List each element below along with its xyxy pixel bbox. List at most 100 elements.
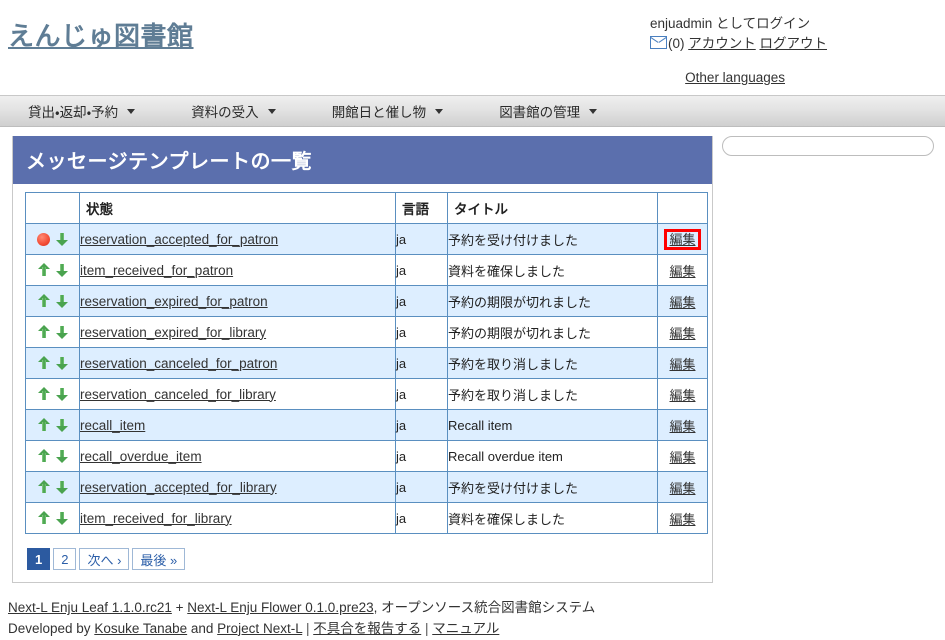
arrow-up-icon[interactable] (37, 324, 50, 340)
state-link[interactable]: reservation_canceled_for_library (80, 387, 276, 402)
other-languages-container: Other languages (685, 70, 785, 85)
cell-title: Recall overdue item (447, 440, 658, 472)
edit-link[interactable]: 編集 (669, 264, 695, 279)
search-input[interactable] (722, 136, 934, 156)
cell-language: ja (395, 502, 448, 534)
arrow-down-icon[interactable] (55, 510, 68, 526)
arrow-up-icon[interactable] (37, 510, 50, 526)
footer-line-1: Next-L Enju Leaf 1.1.0.rc21 + Next-L Enj… (8, 598, 595, 619)
arrow-up-icon[interactable] (37, 448, 50, 464)
enju-leaf-link[interactable]: Next-L Enju Leaf 1.1.0.rc21 (8, 600, 172, 615)
cell-state: item_received_for_library (79, 502, 396, 534)
table-row: reservation_expired_for_library ja 予約の期限が切… (25, 316, 708, 348)
footer-developed-by: Developed by (8, 620, 95, 636)
row-reorder-cell (25, 471, 80, 503)
row-reorder-cell (25, 223, 80, 255)
site-logo-link[interactable]: えんじゅ図書館 (8, 16, 194, 53)
manual-link[interactable]: マニュアル (432, 621, 499, 636)
arrow-down-icon[interactable] (55, 324, 68, 340)
logout-link[interactable]: ログアウト (760, 36, 828, 51)
state-link[interactable]: reservation_canceled_for_patron (80, 356, 277, 371)
report-bug-link[interactable]: 不具合を報告する (313, 621, 421, 636)
nav-item-label: 図書館の管理 (499, 105, 581, 120)
author-link[interactable]: Kosuke Tanabe (94, 621, 187, 636)
account-link[interactable]: アカウント (688, 36, 756, 51)
table-row: recall_item ja Recall item 編集 (25, 409, 708, 441)
spinner-red-icon[interactable] (37, 232, 50, 246)
edit-link[interactable]: 編集 (669, 326, 695, 341)
pagination-link[interactable]: 1 (27, 548, 51, 570)
cell-language: ja (395, 285, 448, 317)
row-reorder-cell (25, 378, 80, 410)
state-link[interactable]: reservation_accepted_for_patron (80, 232, 278, 247)
chevron-down-icon (267, 108, 276, 114)
cell-language: ja (395, 409, 448, 441)
pagination-link[interactable]: 最後 » (132, 548, 186, 570)
cell-title: 予約を受け付けました (447, 223, 658, 255)
state-link[interactable]: recall_item (80, 418, 145, 433)
table-row: item_received_for_patron ja 資料を確保しました 編集 (25, 254, 708, 286)
arrow-up-icon[interactable] (37, 386, 50, 402)
cell-edit: 編集 (657, 316, 708, 348)
cell-title: Recall item (447, 409, 658, 441)
cell-state: item_received_for_patron (79, 254, 396, 286)
pagination-link[interactable]: 次へ › (79, 548, 130, 570)
arrow-down-icon[interactable] (55, 262, 68, 278)
project-link[interactable]: Project Next-L (217, 621, 302, 636)
cell-edit: 編集 (657, 347, 708, 379)
state-link[interactable]: reservation_expired_for_patron (80, 294, 268, 309)
col-header-title: タイトル (447, 192, 658, 224)
state-link[interactable]: item_received_for_patron (80, 263, 233, 278)
arrow-down-icon[interactable] (55, 386, 68, 402)
message-count: (0) (667, 36, 685, 52)
cell-language: ja (395, 471, 448, 503)
arrow-up-icon[interactable] (37, 262, 50, 278)
site-header: えんじゅ図書館 enjuadmin としてログイン (0) アカウント ログアウ… (0, 0, 945, 95)
arrow-down-icon[interactable] (56, 231, 68, 247)
nav-item-circulation[interactable]: 貸出・返却・予約 (28, 101, 136, 121)
cell-title: 資料を確保しました (447, 254, 658, 286)
other-languages-link[interactable]: Other languages (685, 70, 785, 85)
arrow-up-icon[interactable] (37, 293, 50, 309)
enju-flower-link[interactable]: Next-L Enju Flower 0.1.0.pre23 (187, 600, 373, 615)
state-link[interactable]: item_received_for_library (80, 511, 232, 526)
row-reorder-cell (25, 502, 80, 534)
arrow-down-icon[interactable] (55, 448, 68, 464)
edit-link[interactable]: 編集 (669, 232, 695, 247)
edit-link[interactable]: 編集 (669, 481, 695, 496)
pagination-link[interactable]: 2 (53, 548, 77, 570)
state-link[interactable]: reservation_expired_for_library (80, 325, 266, 340)
state-link[interactable]: reservation_accepted_for_library (80, 480, 277, 495)
envelope-icon[interactable] (649, 36, 667, 50)
cell-state: reservation_canceled_for_patron (79, 347, 396, 379)
arrow-up-icon[interactable] (37, 417, 50, 433)
edit-link[interactable]: 編集 (669, 450, 695, 465)
nav-item-events[interactable]: 開館日と催し物 (332, 101, 444, 121)
arrow-down-icon[interactable] (55, 293, 68, 309)
edit-link[interactable]: 編集 (669, 295, 695, 310)
table-row: item_received_for_library ja 資料を確保しました 編集 (25, 502, 708, 534)
edit-link[interactable]: 編集 (669, 357, 695, 372)
table-header-row: 状態 言語 タイトル (25, 192, 708, 224)
nav-item-acquisition[interactable]: 資料の受入 (191, 101, 276, 121)
cell-state: recall_item (79, 409, 396, 441)
edit-link[interactable]: 編集 (669, 388, 695, 403)
state-link[interactable]: recall_overdue_item (80, 449, 202, 464)
site-footer: Next-L Enju Leaf 1.1.0.rc21 + Next-L Enj… (8, 598, 595, 640)
footer-tagline: , オープンソース統合図書館システム (373, 600, 596, 615)
col-header-edit (657, 192, 708, 224)
edit-link[interactable]: 編集 (669, 512, 695, 527)
col-header-state: 状態 (79, 192, 396, 224)
arrow-down-icon[interactable] (55, 479, 68, 495)
cell-edit: 編集 (657, 409, 708, 441)
arrow-up-icon[interactable] (37, 355, 50, 371)
arrow-down-icon[interactable] (55, 417, 68, 433)
footer-separator: | (302, 620, 314, 636)
arrow-up-icon[interactable] (37, 479, 50, 495)
arrow-down-icon[interactable] (55, 355, 68, 371)
edit-link[interactable]: 編集 (669, 419, 695, 434)
cell-edit: 編集 (657, 285, 708, 317)
nav-item-administration[interactable]: 図書館の管理 (499, 101, 598, 121)
cell-title: 予約の期限が切れました (447, 316, 658, 348)
col-header-language: 言語 (395, 192, 448, 224)
